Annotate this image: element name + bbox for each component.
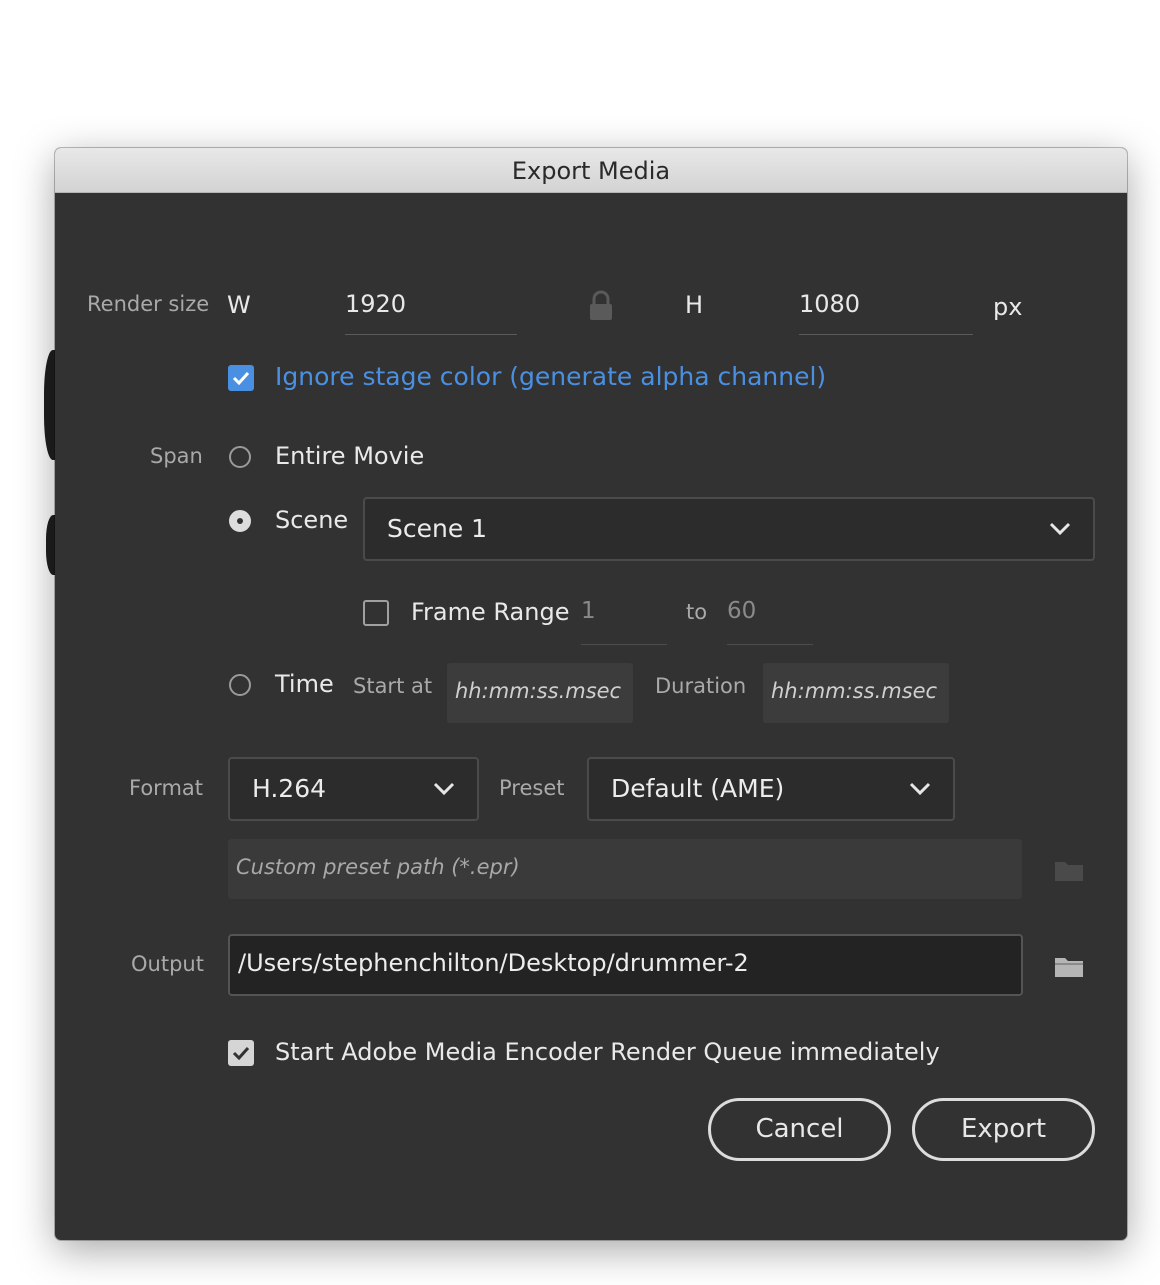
chevron-down-icon [433, 782, 455, 796]
start-queue-checkbox[interactable] [228, 1040, 254, 1066]
height-input[interactable]: 1080 [799, 290, 973, 335]
output-path-value: /Users/stephenchilton/Desktop/drummer-2 [238, 949, 749, 977]
frame-to-value: 60 [727, 598, 757, 624]
time-label[interactable]: Time [275, 670, 334, 698]
custom-preset-path-input[interactable]: Custom preset path (*.epr) [228, 839, 1022, 899]
time-radio[interactable] [229, 674, 251, 696]
duration-input[interactable]: hh:mm:ss.msec [763, 663, 949, 723]
frame-range-checkbox[interactable] [363, 600, 389, 626]
scene-label[interactable]: Scene [275, 506, 348, 534]
scene-radio[interactable] [229, 510, 251, 532]
checkmark-icon [232, 371, 250, 385]
folder-icon[interactable] [1054, 858, 1084, 882]
dialog-title: Export Media [511, 157, 671, 185]
dialog-title-bar[interactable]: Export Media [55, 148, 1127, 193]
folder-icon[interactable] [1054, 954, 1084, 978]
scene-dropdown[interactable]: Scene 1 [363, 497, 1095, 561]
chevron-down-icon [1049, 522, 1071, 536]
output-label: Output [131, 952, 204, 976]
width-input[interactable]: 1920 [345, 290, 517, 335]
height-value: 1080 [799, 290, 861, 318]
scene-dropdown-value: Scene 1 [387, 513, 488, 543]
start-at-label: Start at [353, 674, 433, 698]
width-value: 1920 [345, 290, 407, 318]
custom-preset-placeholder: Custom preset path (*.epr) [236, 855, 520, 879]
entire-movie-label[interactable]: Entire Movie [275, 442, 424, 470]
entire-movie-radio[interactable] [229, 446, 251, 468]
to-label: to [686, 600, 708, 624]
span-label: Span [150, 444, 203, 468]
format-label: Format [129, 776, 204, 800]
frame-to-input[interactable]: 60 [727, 598, 813, 645]
start-at-input[interactable]: hh:mm:ss.msec [447, 663, 633, 723]
start-at-placeholder: hh:mm:ss.msec [455, 679, 622, 703]
cancel-button[interactable]: Cancel [708, 1098, 891, 1161]
duration-placeholder: hh:mm:ss.msec [771, 679, 938, 703]
width-label: W [227, 291, 251, 319]
ignore-stage-checkbox[interactable] [228, 365, 254, 391]
format-dropdown[interactable]: H.264 [228, 757, 479, 821]
frame-from-input[interactable]: 1 [581, 598, 667, 645]
preset-dropdown[interactable]: Default (AME) [587, 757, 955, 821]
export-button-label: Export [960, 1114, 1047, 1144]
start-queue-label[interactable]: Start Adobe Media Encoder Render Queue i… [275, 1038, 940, 1066]
frame-range-label[interactable]: Frame Range [411, 598, 569, 626]
duration-label: Duration [655, 674, 747, 698]
height-label: H [685, 291, 704, 319]
output-path-input[interactable]: /Users/stephenchilton/Desktop/drummer-2 [228, 934, 1023, 996]
preset-label: Preset [499, 776, 565, 800]
frame-from-value: 1 [581, 598, 596, 624]
preset-dropdown-value: Default (AME) [611, 773, 785, 803]
checkmark-icon [232, 1046, 250, 1060]
chevron-down-icon [909, 782, 931, 796]
ignore-stage-label[interactable]: Ignore stage color (generate alpha chann… [275, 362, 826, 391]
export-button[interactable]: Export [912, 1098, 1095, 1161]
format-dropdown-value: H.264 [252, 773, 327, 803]
cancel-button-label: Cancel [755, 1114, 844, 1144]
export-media-dialog: Export Media Render size W 1920 H 1080 p… [55, 148, 1127, 1240]
unit-label: px [993, 293, 1023, 321]
render-size-label: Render size [87, 292, 210, 316]
lock-icon[interactable] [587, 290, 615, 322]
